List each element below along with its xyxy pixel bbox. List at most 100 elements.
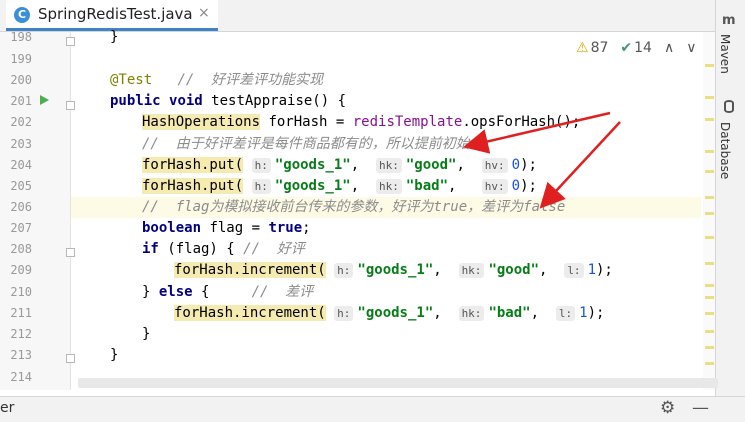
code-line-203[interactable]: // 由于好评差评是每件商品都有的，所以提前初始化 — [78, 134, 484, 155]
code-line-207[interactable]: boolean flag = true; — [78, 218, 311, 239]
type-name: HashOperations — [142, 114, 261, 130]
maven-icon[interactable]: m — [722, 13, 736, 28]
red-arrow — [539, 121, 621, 209]
bottom-tool-tab[interactable]: er — [0, 400, 14, 416]
code-text: forHash = — [260, 114, 353, 130]
bottom-tool-bar: er ⚙ — — [0, 396, 745, 422]
stripe-marker[interactable] — [705, 346, 714, 349]
line-number: 201 — [10, 94, 32, 108]
fold-marker[interactable] — [66, 37, 75, 46]
stripe-marker[interactable] — [705, 212, 714, 215]
string-literal: "goods_1" — [357, 262, 434, 278]
line-number: 210 — [10, 285, 32, 299]
keyword: void — [169, 93, 203, 109]
code-text: ); — [520, 178, 537, 194]
warning-icon: ⚠ — [576, 40, 589, 56]
code-text: } — [110, 347, 119, 363]
fold-marker[interactable] — [66, 248, 75, 257]
double-check-icon: ✔ — [620, 40, 633, 56]
line-number: 205 — [10, 179, 32, 193]
code-line-200[interactable]: @Test // 好评差评功能实现 — [78, 70, 323, 91]
maven-panel-button[interactable]: Maven — [718, 34, 732, 74]
code-line-213[interactable]: } — [78, 345, 118, 366]
number-literal: 0 — [511, 157, 521, 173]
stripe-marker[interactable] — [705, 312, 714, 315]
string-literal: "good" — [405, 157, 457, 173]
stripe-marker[interactable] — [705, 118, 714, 121]
code-line-210[interactable]: } else { // 差评 — [78, 282, 313, 303]
fold-marker[interactable] — [66, 354, 75, 363]
stripe-marker[interactable] — [705, 96, 714, 99]
code-text: flag = — [201, 220, 269, 236]
line-number: 214 — [10, 370, 32, 384]
code-line-211[interactable]: forHash.increment( h: "goods_1", hk: "bad"… — [78, 303, 604, 324]
code-line-204[interactable]: forHash.put( h: "goods_1", hk: "good", hv:… — [78, 155, 537, 176]
string-literal: "goods_1" — [274, 178, 351, 194]
stripe-marker[interactable] — [705, 64, 714, 67]
stripe-marker[interactable] — [705, 150, 714, 153]
line-number: 209 — [10, 263, 32, 277]
code-line-208[interactable]: if (flag) { // 好评 — [78, 239, 305, 260]
code-text: ); — [596, 262, 613, 278]
run-test-icon[interactable] — [40, 95, 49, 105]
line-number: 203 — [10, 137, 32, 151]
code-line-201[interactable]: public void testAppraise() { — [78, 91, 346, 112]
string-literal: "bad" — [488, 305, 531, 321]
stripe-marker[interactable] — [705, 284, 714, 287]
string-literal: "goods_1" — [274, 157, 351, 173]
close-icon[interactable]: × — [198, 5, 210, 21]
param-hint: hk: — [458, 306, 485, 321]
tab-title: SpringRedisTest.java — [38, 5, 193, 23]
gear-icon[interactable]: ⚙ — [660, 398, 675, 418]
code-line-212[interactable]: } — [78, 324, 150, 345]
number-literal: 1 — [579, 305, 588, 321]
error-stripe[interactable] — [703, 32, 715, 390]
line-number: 204 — [10, 158, 32, 172]
code-line-205[interactable]: forHash.put( h: "goods_1", hk: "bad", hv: 0… — [78, 176, 537, 197]
stripe-marker[interactable] — [705, 296, 714, 299]
param-hint: hk: — [458, 263, 485, 278]
code-line-206[interactable]: // flag为模拟接收前台传来的参数，好评为true，差评为false — [78, 197, 565, 218]
number-literal: 0 — [511, 178, 521, 194]
stripe-marker[interactable] — [705, 330, 714, 333]
param-hint: l: — [564, 263, 584, 278]
line-number: 206 — [10, 200, 32, 214]
code-text: } — [142, 284, 159, 300]
code-text: forHash.increment( — [174, 262, 326, 278]
java-class-icon: C — [14, 7, 30, 23]
database-panel-button[interactable]: Database — [718, 122, 732, 179]
comment-text: // flag为模拟接收前台传来的参数，好评为true，差评为false — [142, 199, 566, 215]
chevron-down-icon[interactable]: ∨ — [686, 40, 696, 56]
code-line-202[interactable]: HashOperations forHash = redisTemplate.o… — [78, 112, 580, 133]
stripe-marker[interactable] — [705, 362, 714, 365]
string-literal: "bad" — [405, 178, 449, 194]
code-text: ); — [587, 305, 605, 321]
code-text: } — [142, 326, 151, 342]
stripe-marker[interactable] — [705, 236, 714, 239]
line-number: 211 — [10, 306, 32, 320]
code-text: forHash.put( — [142, 157, 244, 173]
minimize-icon[interactable]: — — [692, 398, 709, 418]
database-icon[interactable] — [724, 100, 734, 113]
chevron-up-icon[interactable]: ∧ — [664, 40, 674, 56]
code-text: (flag) { — [158, 241, 244, 257]
stripe-marker[interactable] — [705, 262, 714, 265]
code-text: } — [110, 29, 119, 45]
keyword: else — [158, 284, 193, 300]
stripe-marker[interactable] — [705, 196, 714, 199]
param-hint: h: — [334, 263, 354, 278]
code-text: .opsForHash(); — [462, 114, 581, 130]
horizontal-scrollbar[interactable] — [78, 378, 718, 388]
param-hint: h: — [251, 179, 271, 194]
code-text: { — [192, 284, 252, 300]
line-number: 212 — [10, 327, 32, 341]
inspections-widget[interactable]: ⚠ 87 ✔ 14 ∧ ∨ — [576, 40, 696, 56]
code-text: forHash.put( — [142, 178, 244, 194]
stripe-marker[interactable] — [705, 170, 714, 173]
code-text: ); — [520, 157, 537, 173]
code-line-209[interactable]: forHash.increment( h: "goods_1", hk: "good… — [78, 260, 613, 281]
fold-marker[interactable] — [66, 101, 75, 110]
code-line-198[interactable]: } — [78, 27, 118, 48]
number-literal: 1 — [587, 262, 596, 278]
comment-text: // 差评 — [251, 284, 314, 300]
